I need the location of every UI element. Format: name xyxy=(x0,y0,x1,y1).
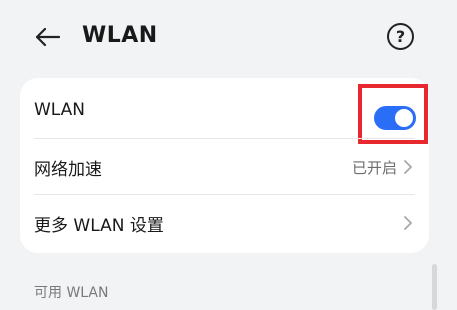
network-acceleration-row[interactable]: 网络加速 已开启 xyxy=(20,139,429,195)
back-button[interactable] xyxy=(30,22,64,52)
wlan-settings-card: WLAN 网络加速 已开启 更多 WLAN 设置 xyxy=(20,78,429,253)
more-wlan-settings-row[interactable]: 更多 WLAN 设置 xyxy=(20,195,429,251)
highlight-box xyxy=(358,84,428,144)
wlan-toggle-row[interactable]: WLAN xyxy=(20,82,429,144)
arrow-left-icon xyxy=(35,27,60,47)
question-mark-icon: ? xyxy=(395,27,406,46)
more-wlan-settings-label: 更多 WLAN 设置 xyxy=(34,215,164,236)
network-acceleration-label: 网络加速 xyxy=(34,159,102,180)
chevron-right-icon xyxy=(404,160,412,174)
toggle-knob xyxy=(395,109,413,127)
header: WLAN ? xyxy=(0,0,457,72)
page-title: WLAN xyxy=(82,23,158,48)
help-button[interactable]: ? xyxy=(387,23,414,50)
available-wlan-section-label: 可用 WLAN xyxy=(34,285,109,301)
chevron-right-icon xyxy=(404,216,412,230)
wlan-label: WLAN xyxy=(34,100,86,120)
wlan-toggle-switch[interactable] xyxy=(374,106,416,130)
scrollbar[interactable] xyxy=(432,264,437,310)
network-acceleration-status: 已开启 xyxy=(351,158,397,177)
